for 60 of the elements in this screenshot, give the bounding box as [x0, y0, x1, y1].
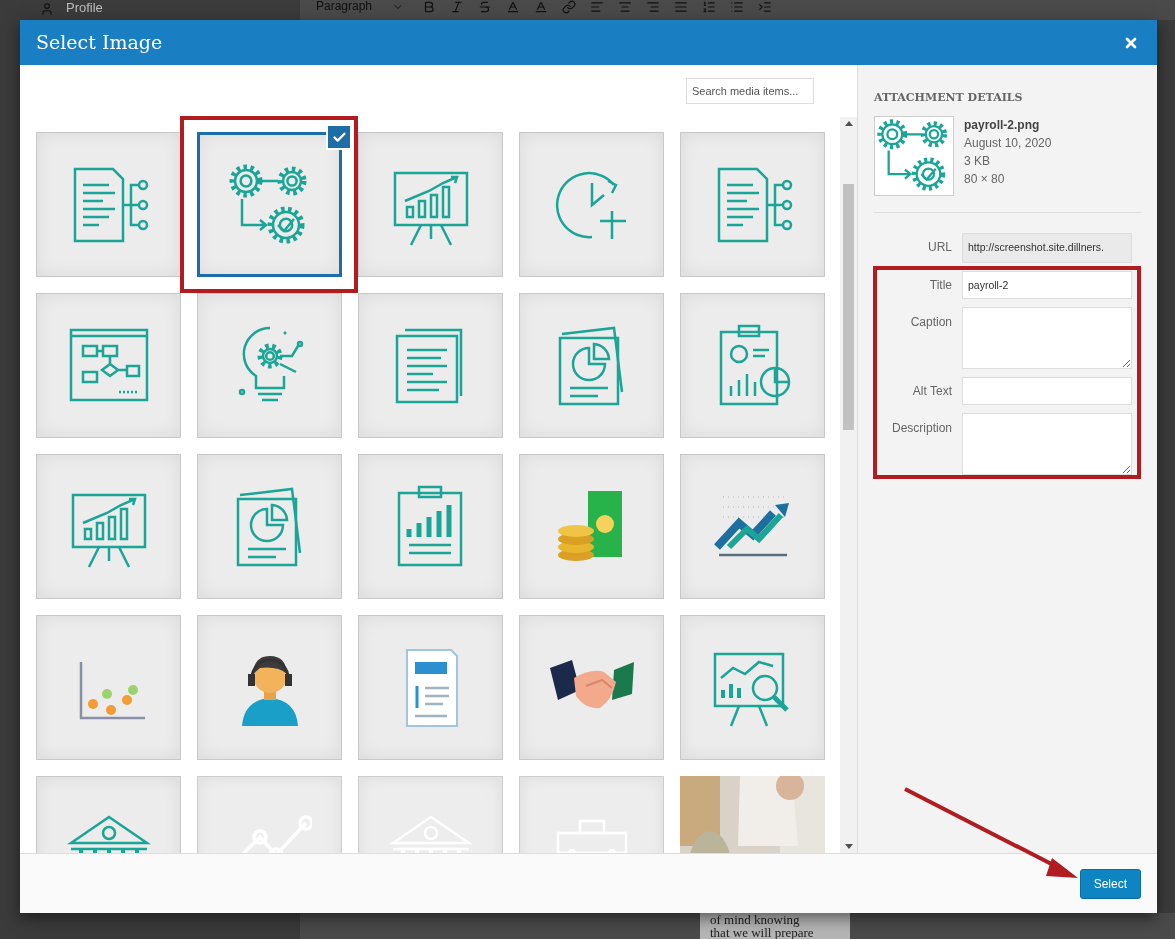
align-right-icon[interactable]	[646, 0, 661, 14]
window-title: Select Image	[36, 30, 163, 56]
upload-date: August 10, 2020	[964, 134, 1052, 152]
media-thumbnail[interactable]	[680, 454, 825, 599]
input-field[interactable]	[962, 376, 1132, 405]
media-thumbnail[interactable]	[197, 615, 342, 760]
media-thumbnail[interactable]	[519, 454, 664, 599]
input-field[interactable]: payroll-2	[962, 270, 1132, 299]
scroll-down-icon[interactable]	[844, 844, 853, 849]
bold-icon[interactable]	[422, 0, 437, 14]
media-thumbnail[interactable]	[519, 615, 664, 760]
text-color-icon[interactable]	[506, 0, 521, 14]
media-thumbnail[interactable]	[197, 293, 342, 438]
indent-icon[interactable]	[758, 0, 773, 14]
bullet-list-icon[interactable]	[730, 0, 745, 14]
field-label: Title	[928, 276, 952, 292]
select-button[interactable]: Select	[1079, 868, 1141, 899]
media-thumbnail[interactable]	[36, 454, 181, 599]
search-field[interactable]: Search media items...	[686, 78, 814, 104]
media-thumbnail[interactable]	[36, 293, 181, 438]
checkmark-icon	[326, 124, 352, 150]
image-dimensions: 80 × 80	[964, 170, 1006, 188]
body-text-line: that we will prepare	[710, 926, 815, 939]
highlight-color-icon[interactable]	[534, 0, 549, 14]
media-thumbnail[interactable]	[680, 615, 825, 760]
input-field[interactable]: http://screenshot.site.dillners.	[962, 232, 1132, 263]
media-thumbnail[interactable]	[358, 615, 503, 760]
scrollbar-thumb[interactable]	[843, 184, 854, 430]
numbered-list-icon[interactable]	[702, 0, 717, 14]
media-thumbnail[interactable]	[358, 454, 503, 599]
media-thumbnail[interactable]	[36, 132, 181, 277]
text-area[interactable]	[962, 412, 1132, 475]
details-heading: ATTACHMENT DETAILS	[874, 90, 1024, 106]
field-label: URL	[927, 238, 952, 254]
media-thumbnail[interactable]	[197, 132, 342, 277]
media-thumbnail[interactable]	[36, 615, 181, 760]
field-label: Alt Text	[911, 382, 952, 398]
text-area[interactable]	[962, 306, 1132, 369]
body-text-line: of mind knowing	[710, 913, 801, 926]
media-thumbnail[interactable]	[519, 293, 664, 438]
media-thumbnail[interactable]	[358, 132, 503, 277]
align-justify-icon[interactable]	[674, 0, 689, 14]
link-icon[interactable]	[562, 0, 577, 14]
media-thumbnail[interactable]	[358, 293, 503, 438]
sidebar-item[interactable]: Profile	[66, 1, 103, 15]
media-thumbnail[interactable]	[197, 454, 342, 599]
media-thumbnail[interactable]	[680, 132, 825, 277]
user-icon	[40, 2, 54, 16]
media-thumbnail[interactable]	[519, 132, 664, 277]
strikethrough-icon[interactable]	[478, 0, 493, 14]
scrollbar[interactable]	[840, 117, 857, 853]
file-name: payroll-2.png	[964, 116, 1041, 134]
file-size: 3 KB	[964, 152, 991, 170]
media-thumbnail[interactable]	[680, 293, 825, 438]
align-center-icon[interactable]	[618, 0, 633, 14]
field-label: Caption	[909, 313, 952, 329]
field-label: Description	[890, 419, 952, 435]
align-left-icon[interactable]	[590, 0, 605, 14]
italic-icon[interactable]	[450, 0, 465, 14]
scroll-up-icon[interactable]	[844, 121, 853, 126]
